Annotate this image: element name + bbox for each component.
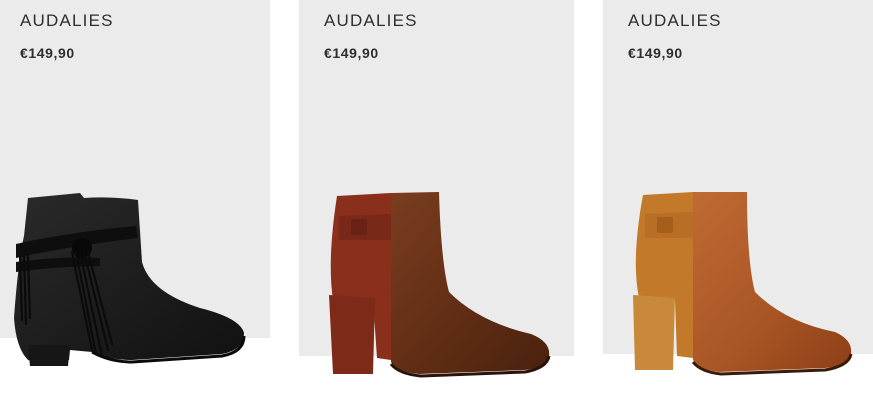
product-card[interactable]: AUDALIES €149,90	[603, 0, 873, 400]
product-card[interactable]: AUDALIES €149,90	[0, 0, 270, 400]
boot-icon[interactable]	[603, 0, 873, 400]
boot-icon[interactable]	[0, 0, 270, 400]
boot-icon[interactable]	[299, 0, 574, 400]
product-card[interactable]: AUDALIES €149,90	[299, 0, 574, 400]
